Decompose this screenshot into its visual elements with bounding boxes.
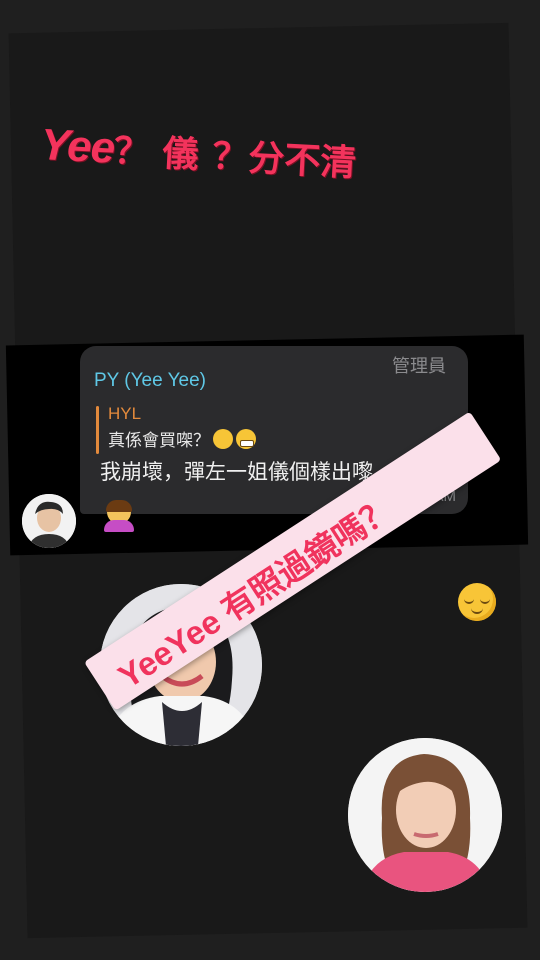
admin-badge: 管理員 — [392, 356, 446, 377]
message-text: 我崩壞，彈左一姐儀個樣出嚟 — [100, 460, 373, 484]
hand-over-mouth-emoji-icon — [213, 429, 233, 449]
headline-cjk-2: ？分不清 — [211, 136, 358, 185]
sender-name[interactable]: PY (Yee Yee) — [94, 370, 206, 392]
grimacing-emoji-icon — [236, 429, 256, 449]
headline-latin: Yee — [39, 119, 116, 173]
avatar[interactable] — [22, 494, 76, 548]
quote-bar — [96, 406, 99, 454]
headline-cjk-1: ？ 儀 — [112, 130, 200, 177]
quote-text: 真係會買㗎？ — [108, 431, 210, 451]
quote-author[interactable]: HYL — [108, 404, 141, 424]
photo-woman-neutral — [348, 738, 502, 892]
relieved-emoji-icon — [458, 583, 496, 621]
avatar-portrait — [22, 494, 76, 548]
facepalm-emoji-icon — [104, 500, 134, 532]
quote-line[interactable]: 真係會買㗎？ — [108, 426, 256, 451]
